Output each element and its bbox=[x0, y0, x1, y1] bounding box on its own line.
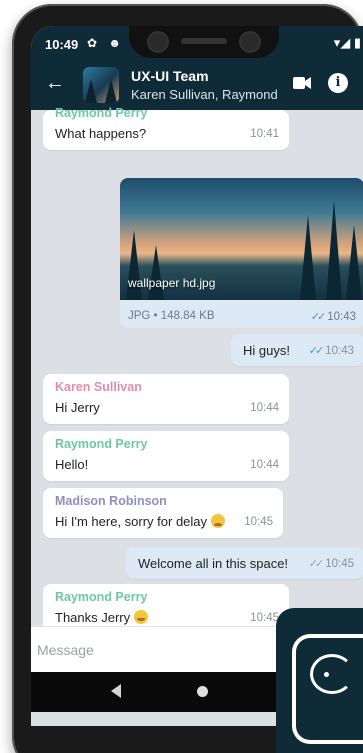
message-text: Hi guys! bbox=[243, 343, 290, 358]
read-receipt-icon: ✓✓ bbox=[308, 345, 325, 357]
message-time: ✓✓ 10:45 bbox=[309, 557, 354, 570]
message-time-value: 10:45 bbox=[325, 558, 354, 570]
front-camera-icon bbox=[149, 33, 167, 51]
read-receipt-icon: ✓✓ bbox=[308, 558, 325, 570]
message-text-wrap: Thanks Jerry bbox=[55, 610, 148, 625]
message-list: Raymond Perry What happens? 10:41 wallpa… bbox=[31, 106, 363, 662]
info-icon[interactable]: i bbox=[328, 73, 348, 93]
video-camera-icon[interactable] bbox=[293, 76, 311, 90]
tree-shape bbox=[300, 215, 316, 300]
message-time: 10:44 bbox=[250, 402, 279, 414]
image-filename: wallpaper hd.jpg bbox=[128, 276, 216, 290]
message-text-wrap: Hi I'm here, sorry for delay bbox=[55, 514, 225, 529]
back-arrow-icon[interactable]: ← bbox=[45, 72, 65, 95]
speaker-grille bbox=[181, 38, 227, 44]
smile-face-emoji-icon bbox=[133, 610, 148, 624]
chat-title[interactable]: UX-UI Team bbox=[131, 68, 209, 84]
camera-notch bbox=[129, 26, 279, 58]
read-receipt-icon: ✓✓ bbox=[310, 311, 327, 323]
sender-name: Raymond Perry bbox=[55, 437, 148, 451]
message-time: ✓✓ 10:43 bbox=[311, 310, 356, 323]
tree-shape bbox=[326, 200, 342, 300]
file-info: JPG • 148.84 KB bbox=[128, 310, 215, 322]
wallpaper-image[interactable]: wallpaper hd.jpg bbox=[120, 178, 363, 300]
message-bubble-outgoing[interactable]: Welcome all in this space! ✓✓ 10:45 bbox=[126, 547, 363, 579]
message-time-value: 10:43 bbox=[327, 311, 356, 323]
message-time: 10:45 bbox=[244, 516, 273, 528]
message-text: Hi Jerry bbox=[55, 400, 100, 415]
chat-header: ← UX-UI Team Karen Sullivan, Raymond i bbox=[31, 62, 363, 110]
avatar-tree bbox=[85, 79, 97, 103]
status-icons-right: ▾◢ ▮ bbox=[333, 35, 361, 50]
message-bubble-incoming[interactable]: Raymond Perry What happens? 10:41 bbox=[43, 106, 289, 150]
message-bubble-incoming[interactable]: Raymond Perry Hello! 10:44 bbox=[43, 431, 289, 481]
sender-name: Karen Sullivan bbox=[55, 380, 142, 394]
nav-home-icon[interactable] bbox=[197, 686, 208, 697]
chat-subtitle[interactable]: Karen Sullivan, Raymond bbox=[131, 87, 281, 102]
nav-back-icon[interactable] bbox=[111, 684, 121, 698]
message-text: What happens? bbox=[55, 126, 147, 141]
chat-bubble-icon bbox=[310, 654, 354, 694]
message-bubble-incoming[interactable]: Madison Robinson Hi I'm here, sorry for … bbox=[43, 488, 283, 538]
message-time: ✓✓ 10:43 bbox=[309, 344, 354, 357]
message-input[interactable] bbox=[37, 635, 277, 665]
sad-face-emoji-icon bbox=[210, 514, 225, 528]
image-message[interactable]: wallpaper hd.jpg JPG • 148.84 KB ✓✓ 10:43 bbox=[120, 178, 363, 328]
sender-name: Raymond Perry bbox=[55, 106, 148, 120]
tree-shape bbox=[346, 225, 362, 300]
avatar-tree bbox=[105, 79, 117, 103]
front-sensor-icon bbox=[241, 33, 259, 51]
sender-name: Raymond Perry bbox=[55, 590, 148, 604]
message-time: 10:41 bbox=[250, 128, 279, 140]
tree-shape bbox=[148, 245, 164, 300]
message-time: 10:44 bbox=[250, 459, 279, 471]
message-text: Hi I'm here, sorry for delay bbox=[55, 514, 208, 529]
message-time: 10:45 bbox=[250, 612, 279, 624]
message-bubble-incoming[interactable]: Karen Sullivan Hi Jerry 10:44 bbox=[43, 374, 289, 424]
status-bar: 10:49 ✿ ☻ • ▾◢ ▮ bbox=[31, 26, 363, 62]
message-text: Hello! bbox=[55, 457, 89, 472]
logo-dot bbox=[324, 672, 329, 677]
message-text: Thanks Jerry bbox=[55, 610, 131, 625]
status-time: 10:49 bbox=[45, 37, 79, 52]
app-logo-badge bbox=[276, 608, 363, 753]
message-time-value: 10:43 bbox=[325, 345, 354, 357]
message-text: Welcome all in this space! bbox=[138, 556, 289, 571]
sender-name: Madison Robinson bbox=[55, 494, 167, 508]
group-avatar[interactable] bbox=[83, 67, 119, 103]
message-bubble-outgoing[interactable]: Hi guys! ✓✓ 10:43 bbox=[231, 334, 363, 366]
